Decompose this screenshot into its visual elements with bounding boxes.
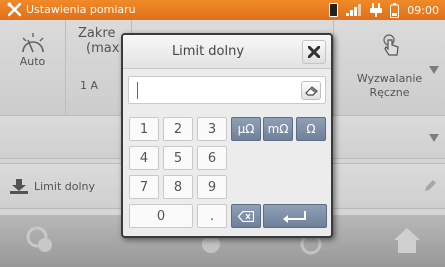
- close-icon: [307, 45, 321, 59]
- key-0[interactable]: 0: [129, 204, 193, 228]
- key-7[interactable]: 7: [129, 175, 159, 199]
- signal-strength-icon: [346, 4, 362, 16]
- status-icons: 09:00: [329, 2, 439, 18]
- key-6[interactable]: 6: [197, 146, 227, 170]
- key-2[interactable]: 2: [163, 117, 193, 141]
- lower-limit-dialog: Limit dolny 1 2 3 µΩ mΩ Ω 4 5 6 7 8 9 0 …: [121, 33, 333, 238]
- backspace-icon: [237, 210, 255, 223]
- key-unit-ohm[interactable]: Ω: [296, 117, 326, 141]
- limit-value-input[interactable]: [128, 76, 326, 104]
- key-9[interactable]: 9: [197, 175, 227, 199]
- plug-icon: [370, 3, 383, 17]
- clear-input-button[interactable]: [301, 81, 321, 100]
- battery-icon: [390, 2, 400, 18]
- settings-tools-icon: [7, 2, 22, 17]
- status-bar: Ustawienia pomiaru 09:00: [0, 0, 445, 20]
- key-unit-milliohm[interactable]: mΩ: [263, 117, 293, 141]
- text-caret: [137, 82, 138, 99]
- dialog-header: Limit dolny: [123, 35, 331, 69]
- key-1[interactable]: 1: [129, 117, 159, 141]
- memory-card-icon: [329, 3, 339, 17]
- enter-icon: [283, 211, 306, 223]
- key-3[interactable]: 3: [197, 117, 227, 141]
- key-decimal-point[interactable]: .: [197, 204, 227, 228]
- enter-button[interactable]: [263, 204, 327, 228]
- dialog-title: Limit dolny: [171, 44, 245, 59]
- eraser-icon: [305, 86, 318, 96]
- settings-screen: Ustawienia pomiaru 09:00 Auto Zakre (max…: [0, 0, 445, 267]
- status-bar-title: Ustawienia pomiaru: [26, 3, 136, 16]
- close-button[interactable]: [302, 40, 326, 64]
- key-5[interactable]: 5: [163, 146, 193, 170]
- backspace-button[interactable]: [231, 204, 261, 228]
- key-4[interactable]: 4: [129, 146, 159, 170]
- clock-time: 09:00: [407, 3, 439, 17]
- key-unit-microohm[interactable]: µΩ: [231, 117, 261, 141]
- key-8[interactable]: 8: [163, 175, 193, 199]
